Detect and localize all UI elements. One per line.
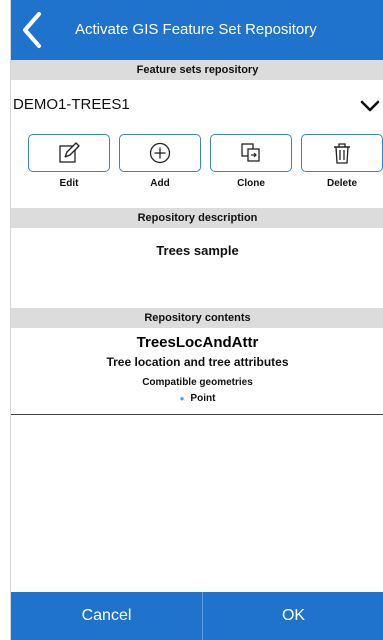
description-section-header: Repository description: [11, 208, 383, 228]
edit-tool: Edit: [28, 134, 110, 194]
trash-icon: [334, 143, 350, 164]
compatible-geometries-title: Compatible geometries: [142, 377, 253, 388]
divider: [11, 414, 383, 415]
page-title: Activate GIS Feature Set Repository: [75, 21, 317, 38]
repository-section-header: Feature sets repository: [11, 60, 383, 80]
edit-icon: [59, 142, 80, 163]
clone-label: Clone: [237, 178, 265, 189]
back-button[interactable]: [17, 8, 63, 52]
geometry-item: ● Point: [11, 393, 383, 404]
chevron-down-icon: [360, 100, 380, 112]
dialog: Activate GIS Feature Set Repository Feat…: [10, 0, 383, 640]
delete-tool: Delete: [301, 134, 383, 194]
ok-button[interactable]: OK: [203, 592, 383, 640]
repository-select-value: DEMO1-TREES1: [13, 96, 130, 113]
clone-icon: [241, 143, 260, 162]
add-label: Add: [150, 178, 170, 189]
clone-tool: Clone: [210, 134, 292, 194]
geometry-label: Point: [190, 393, 216, 404]
bullet-icon: ●: [179, 394, 185, 403]
plus-circle-icon: [149, 142, 171, 164]
footer-bar: Cancel OK: [11, 592, 383, 640]
title-bar: Activate GIS Feature Set Repository: [11, 0, 383, 60]
chevron-left-icon: [23, 12, 41, 48]
add-tool: Add: [119, 134, 201, 194]
cancel-button[interactable]: Cancel: [11, 592, 202, 640]
repository-description: Trees sample: [156, 243, 239, 258]
screen: Activate GIS Feature Set Repository Feat…: [0, 0, 383, 640]
add-button[interactable]: [119, 134, 201, 172]
repository-select[interactable]: DEMO1-TREES1: [11, 82, 383, 130]
delete-button[interactable]: [301, 134, 383, 172]
delete-label: Delete: [326, 178, 357, 189]
feature-set-description: Tree location and tree attributes: [106, 355, 289, 369]
clone-button[interactable]: [210, 134, 292, 172]
contents-section-header: Repository contents: [11, 308, 383, 328]
edit-button[interactable]: [28, 134, 110, 172]
feature-set-name: TreesLocAndAttr: [136, 334, 259, 351]
edit-label: Edit: [59, 178, 79, 189]
